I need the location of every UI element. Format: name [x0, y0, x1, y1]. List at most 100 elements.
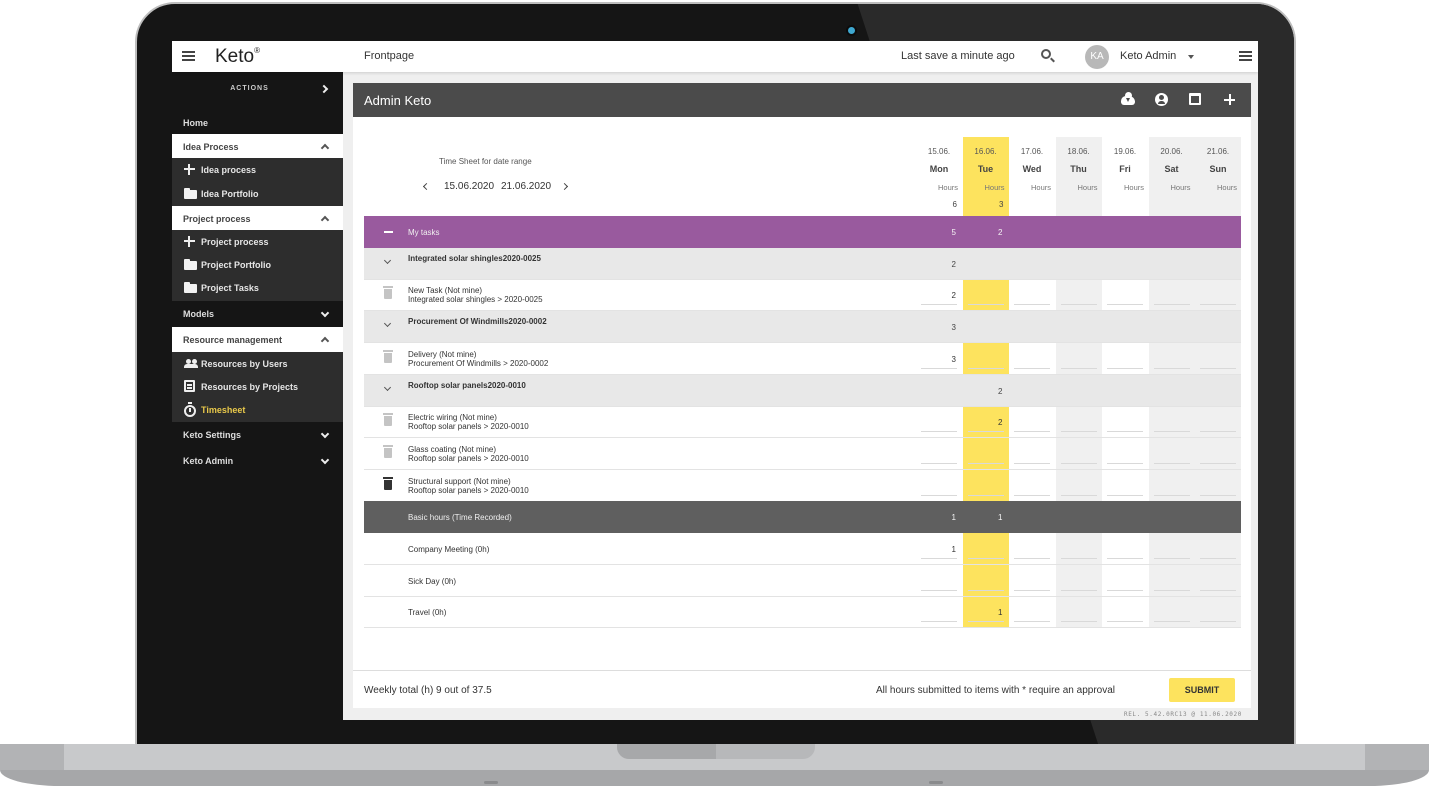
- hours-input[interactable]: [916, 596, 962, 628]
- sidebar-item-resources-by-projects[interactable]: Resources by Projects: [172, 375, 343, 398]
- chevron-left-icon[interactable]: [422, 182, 431, 191]
- hours-input[interactable]: [1056, 596, 1102, 628]
- user-name[interactable]: Keto Admin: [1120, 50, 1176, 62]
- search-icon[interactable]: [1041, 49, 1051, 59]
- hours-input[interactable]: [1009, 533, 1055, 565]
- hours-input[interactable]: [963, 470, 1009, 502]
- cloud-download-icon[interactable]: [1121, 92, 1135, 105]
- hours-input[interactable]: [963, 343, 1009, 375]
- hours-input[interactable]: [1195, 438, 1241, 470]
- hours-input[interactable]: [916, 406, 962, 438]
- hours-input[interactable]: 3: [916, 343, 962, 375]
- sidebar-item-idea-process[interactable]: Idea process: [172, 158, 343, 181]
- hours-input[interactable]: [1009, 470, 1055, 502]
- hours-input[interactable]: [1102, 279, 1148, 311]
- trash-icon[interactable]: [383, 444, 393, 458]
- sidebar-section-resource-management[interactable]: Resource management: [172, 327, 343, 352]
- range-end-date[interactable]: 21.06.2020: [501, 181, 551, 192]
- hours-input[interactable]: [1056, 533, 1102, 565]
- hours-input[interactable]: [1149, 438, 1195, 470]
- range-start-date[interactable]: 15.06.2020: [444, 181, 494, 192]
- hours-total: 1: [998, 513, 1003, 523]
- hours-input[interactable]: 2: [963, 406, 1009, 438]
- sidebar-item-home[interactable]: Home: [172, 110, 343, 134]
- submit-button[interactable]: SUBMIT: [1169, 678, 1235, 702]
- sidebar-section-models[interactable]: Models: [172, 301, 343, 327]
- hours-input[interactable]: 2: [916, 279, 962, 311]
- trash-icon[interactable]: [383, 413, 393, 427]
- chevron-down-icon[interactable]: [383, 256, 392, 264]
- avatar[interactable]: KA: [1085, 45, 1109, 69]
- hours-input[interactable]: [1102, 470, 1148, 502]
- sidebar-item-idea-portfolio[interactable]: Idea Portfolio: [172, 181, 343, 206]
- hours-input[interactable]: [1149, 343, 1195, 375]
- sidebar-item-project-tasks[interactable]: Project Tasks: [172, 276, 343, 301]
- chevron-right-icon[interactable]: [560, 182, 569, 191]
- hours-input[interactable]: [1056, 279, 1102, 311]
- hours-input[interactable]: [1149, 279, 1195, 311]
- sidebar-section-keto-admin[interactable]: Keto Admin: [172, 448, 343, 474]
- trash-icon[interactable]: [383, 286, 393, 300]
- sidebar-section-keto-settings[interactable]: Keto Settings: [172, 422, 343, 448]
- trash-icon[interactable]: [383, 349, 393, 363]
- hours-input[interactable]: [963, 565, 1009, 597]
- calendar-icon[interactable]: [1189, 93, 1201, 105]
- hours-input[interactable]: [1102, 406, 1148, 438]
- hours-input[interactable]: [916, 438, 962, 470]
- sidebar-section-project-process[interactable]: Project process: [172, 206, 343, 230]
- hours-input[interactable]: [916, 470, 962, 502]
- breadcrumb[interactable]: Frontpage: [364, 50, 414, 62]
- account-icon[interactable]: [1155, 93, 1168, 106]
- hours-input[interactable]: [963, 279, 1009, 311]
- hours-input[interactable]: [916, 565, 962, 597]
- hours-input[interactable]: [1056, 565, 1102, 597]
- hours-input[interactable]: [1195, 596, 1241, 628]
- hours-input[interactable]: [1009, 438, 1055, 470]
- hours-input[interactable]: 1: [916, 533, 962, 565]
- hours-input[interactable]: [1102, 438, 1148, 470]
- hours-total: [1195, 311, 1241, 343]
- hours-input[interactable]: [1009, 406, 1055, 438]
- overflow-menu-icon[interactable]: [1239, 51, 1252, 61]
- hours-input[interactable]: [1009, 565, 1055, 597]
- hours-input[interactable]: [1195, 406, 1241, 438]
- hours-input[interactable]: [1102, 343, 1148, 375]
- hours-input[interactable]: 1: [963, 596, 1009, 628]
- sidebar-item-project-portfolio[interactable]: Project Portfolio: [172, 253, 343, 276]
- hours-input[interactable]: [1149, 470, 1195, 502]
- hours-input[interactable]: [1009, 596, 1055, 628]
- hours-input[interactable]: [1102, 565, 1148, 597]
- sidebar-section-idea-process[interactable]: Idea Process: [172, 134, 343, 158]
- menu-icon[interactable]: [182, 51, 195, 61]
- timesheet-card: Time Sheet for date range 15.06.2020 21.…: [353, 117, 1251, 708]
- plus-icon[interactable]: [1224, 94, 1235, 105]
- chevron-down-icon[interactable]: [383, 320, 392, 328]
- hours-input[interactable]: [1056, 343, 1102, 375]
- caret-down-icon[interactable]: [1188, 55, 1194, 59]
- hours-input[interactable]: [1195, 565, 1241, 597]
- sidebar-item-project-process[interactable]: Project process: [172, 230, 343, 253]
- logo[interactable]: Keto®: [215, 46, 260, 68]
- hours-input[interactable]: [1102, 596, 1148, 628]
- chevron-down-icon[interactable]: [383, 383, 392, 391]
- collapse-icon[interactable]: [384, 231, 393, 233]
- hours-input[interactable]: [1102, 533, 1148, 565]
- trash-icon[interactable]: [383, 476, 393, 490]
- hours-input[interactable]: [1149, 596, 1195, 628]
- sidebar-item-resources-by-users[interactable]: Resources by Users: [172, 352, 343, 375]
- hours-input[interactable]: [1149, 406, 1195, 438]
- hours-input[interactable]: [1009, 343, 1055, 375]
- hours-input[interactable]: [963, 438, 1009, 470]
- hours-input[interactable]: [1009, 279, 1055, 311]
- hours-input[interactable]: [963, 533, 1009, 565]
- hours-input[interactable]: [1056, 406, 1102, 438]
- hours-input[interactable]: [1195, 279, 1241, 311]
- hours-input[interactable]: [1195, 533, 1241, 565]
- hours-input[interactable]: [1149, 533, 1195, 565]
- sidebar-item-timesheet[interactable]: Timesheet: [172, 398, 343, 422]
- hours-input[interactable]: [1149, 565, 1195, 597]
- hours-input[interactable]: [1195, 470, 1241, 502]
- hours-input[interactable]: [1195, 343, 1241, 375]
- hours-input[interactable]: [1056, 438, 1102, 470]
- hours-input[interactable]: [1056, 470, 1102, 502]
